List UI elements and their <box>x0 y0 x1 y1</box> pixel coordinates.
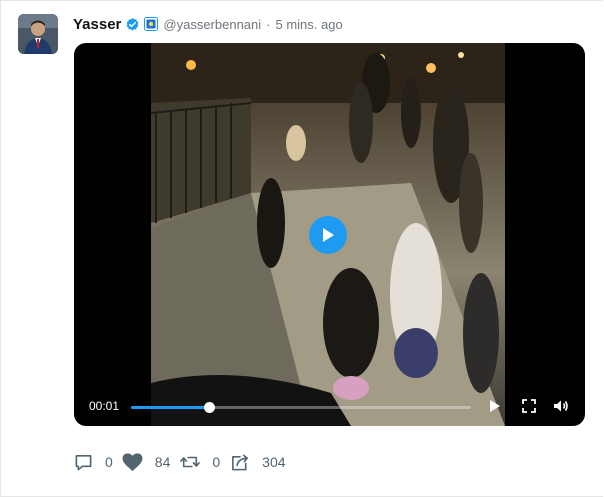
progress-track[interactable] <box>131 402 471 413</box>
action-bar: 0 84 0 304 <box>74 451 286 473</box>
heart-icon <box>122 452 143 471</box>
volume-icon <box>554 400 568 412</box>
reply-count: 0 <box>105 454 113 470</box>
play-button[interactable] <box>309 216 347 254</box>
separator-dot: · <box>266 16 271 32</box>
author-handle[interactable]: @yasserbennani <box>163 17 261 32</box>
comment-icon <box>75 454 92 470</box>
progress-fill <box>131 406 210 409</box>
verified-badge-icon <box>125 17 140 32</box>
post-header: Yasser @yasserbennani · 5 mins. ago <box>73 14 343 34</box>
current-time: 00:01 <box>89 399 120 413</box>
share-action[interactable]: 304 <box>230 453 286 472</box>
retweet-count: 0 <box>212 454 221 470</box>
play-icon <box>490 400 500 412</box>
share-icon <box>232 454 249 470</box>
volume-button[interactable] <box>552 397 570 415</box>
video-player[interactable]: 00:01 <box>74 43 585 426</box>
retweet-icon <box>180 456 201 468</box>
retweet-action[interactable]: 0 <box>180 453 220 471</box>
share-count: 304 <box>262 454 286 470</box>
affiliate-badge-icon <box>144 17 159 31</box>
play-icon <box>323 228 334 242</box>
author-name[interactable]: Yasser <box>73 16 121 33</box>
fullscreen-icon <box>522 399 536 413</box>
avatar[interactable] <box>18 14 58 54</box>
timestamp[interactable]: 5 mins. ago <box>276 17 343 32</box>
reply-action[interactable]: 0 <box>74 453 113 472</box>
progress-thumb[interactable] <box>204 402 216 413</box>
like-action[interactable]: 84 <box>122 452 171 472</box>
control-play-button[interactable] <box>486 397 504 415</box>
like-count: 84 <box>154 454 171 470</box>
fullscreen-button[interactable] <box>520 397 538 415</box>
video-controls: 00:01 <box>74 386 585 426</box>
